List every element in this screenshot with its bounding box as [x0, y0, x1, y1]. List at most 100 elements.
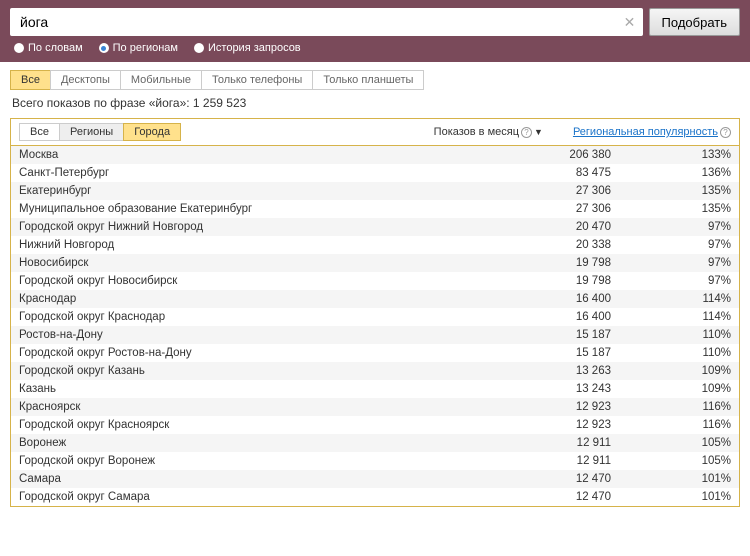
radio-label: По словам — [28, 42, 83, 54]
mode-radios: По словам По регионам История запросов — [10, 40, 740, 58]
col-popularity[interactable]: Региональная популярность ? — [573, 126, 731, 138]
impressions-value: 83 475 — [491, 167, 611, 179]
popularity-value: 110% — [611, 329, 731, 341]
col-label: Показов в месяц — [434, 126, 519, 138]
impressions-value: 27 306 — [491, 203, 611, 215]
search-row: ✕ Подобрать — [10, 8, 740, 36]
impressions-value: 19 798 — [491, 257, 611, 269]
impressions-value: 13 263 — [491, 365, 611, 377]
tab-desktops[interactable]: Десктопы — [50, 70, 121, 90]
total-impressions: Всего показов по фразе «йога»: 1 259 523 — [12, 96, 738, 110]
scope-tab-regions[interactable]: Регионы — [59, 123, 124, 141]
impressions-value: 15 187 — [491, 329, 611, 341]
table-row: Городской округ Самара12 470101% — [11, 488, 739, 506]
region-name: Самара — [19, 473, 491, 485]
region-name: Городской округ Ростов-на-Дону — [19, 347, 491, 359]
region-name: Городской округ Краснодар — [19, 311, 491, 323]
impressions-value: 16 400 — [491, 311, 611, 323]
region-name: Ростов-на-Дону — [19, 329, 491, 341]
popularity-value: 101% — [611, 473, 731, 485]
help-icon[interactable]: ? — [521, 127, 532, 138]
region-name: Городской округ Казань — [19, 365, 491, 377]
table-row: Санкт-Петербург83 475136% — [11, 164, 739, 182]
popularity-value: 109% — [611, 365, 731, 377]
table-row: Муниципальное образование Екатеринбург27… — [11, 200, 739, 218]
radio-by-regions[interactable]: По регионам — [99, 42, 178, 54]
tab-phones[interactable]: Только телефоны — [201, 70, 313, 90]
region-name: Муниципальное образование Екатеринбург — [19, 203, 491, 215]
popularity-value: 97% — [611, 257, 731, 269]
popularity-value: 110% — [611, 347, 731, 359]
region-name: Воронеж — [19, 437, 491, 449]
table-row: Воронеж12 911105% — [11, 434, 739, 452]
help-icon[interactable]: ? — [720, 127, 731, 138]
table-row: Москва206 380133% — [11, 146, 739, 164]
impressions-value: 19 798 — [491, 275, 611, 287]
popularity-value: 116% — [611, 419, 731, 431]
popularity-value: 135% — [611, 185, 731, 197]
table-row: Городской округ Нижний Новгород20 47097% — [11, 218, 739, 236]
search-input-wrap: ✕ — [10, 8, 643, 36]
tab-all[interactable]: Все — [10, 70, 51, 90]
popularity-value: 114% — [611, 311, 731, 323]
impressions-value: 12 923 — [491, 419, 611, 431]
popularity-value: 97% — [611, 221, 731, 233]
impressions-value: 12 470 — [491, 473, 611, 485]
table-row: Красноярск12 923116% — [11, 398, 739, 416]
clear-icon[interactable]: ✕ — [623, 15, 637, 29]
table-row: Нижний Новгород20 33897% — [11, 236, 739, 254]
table-row: Городской округ Новосибирск19 79897% — [11, 272, 739, 290]
popularity-value: 105% — [611, 437, 731, 449]
impressions-value: 16 400 — [491, 293, 611, 305]
impressions-value: 27 306 — [491, 185, 611, 197]
region-name: Краснодар — [19, 293, 491, 305]
popularity-value: 116% — [611, 401, 731, 413]
region-name: Екатеринбург — [19, 185, 491, 197]
scope-tab-cities[interactable]: Города — [123, 123, 181, 141]
table-row: Городской округ Краснодар16 400114% — [11, 308, 739, 326]
table-row: Самара12 470101% — [11, 470, 739, 488]
panel-header: Все Регионы Города Показов в месяц ? ▼ Р… — [11, 119, 739, 146]
table-row: Городской округ Воронеж12 911105% — [11, 452, 739, 470]
popularity-value: 97% — [611, 275, 731, 287]
region-name: Городской округ Красноярск — [19, 419, 491, 431]
submit-button[interactable]: Подобрать — [649, 8, 740, 36]
impressions-value: 20 470 — [491, 221, 611, 233]
impressions-value: 12 911 — [491, 455, 611, 467]
impressions-value: 12 923 — [491, 401, 611, 413]
sort-arrow-icon: ▼ — [534, 127, 543, 137]
impressions-value: 15 187 — [491, 347, 611, 359]
radio-label: История запросов — [208, 42, 301, 54]
region-name: Санкт-Петербург — [19, 167, 491, 179]
table-row: Новосибирск19 79897% — [11, 254, 739, 272]
popularity-value: 136% — [611, 167, 731, 179]
region-name: Красноярск — [19, 401, 491, 413]
table-row: Краснодар16 400114% — [11, 290, 739, 308]
popularity-value: 109% — [611, 383, 731, 395]
table-row: Екатеринбург27 306135% — [11, 182, 739, 200]
device-tabs: Все Десктопы Мобильные Только телефоны Т… — [10, 70, 740, 90]
region-name: Казань — [19, 383, 491, 395]
region-name: Новосибирск — [19, 257, 491, 269]
impressions-value: 13 243 — [491, 383, 611, 395]
popularity-value: 97% — [611, 239, 731, 251]
scope-tab-all[interactable]: Все — [19, 123, 60, 141]
tab-mobile[interactable]: Мобильные — [120, 70, 202, 90]
tab-tablets[interactable]: Только планшеты — [312, 70, 424, 90]
radio-history[interactable]: История запросов — [194, 42, 301, 54]
impressions-value: 206 380 — [491, 149, 611, 161]
impressions-value: 20 338 — [491, 239, 611, 251]
rows-container: Москва206 380133%Санкт-Петербург83 47513… — [11, 146, 739, 506]
region-name: Москва — [19, 149, 491, 161]
radio-dot-icon — [99, 43, 109, 53]
search-input[interactable] — [16, 10, 623, 34]
radio-by-words[interactable]: По словам — [14, 42, 83, 54]
region-name: Городской округ Нижний Новгород — [19, 221, 491, 233]
search-bar: ✕ Подобрать По словам По регионам Истори… — [0, 0, 750, 62]
col-impressions[interactable]: Показов в месяц ? ▼ — [434, 126, 543, 138]
radio-label: По регионам — [113, 42, 178, 54]
popularity-value: 135% — [611, 203, 731, 215]
popularity-value: 114% — [611, 293, 731, 305]
popularity-value: 133% — [611, 149, 731, 161]
col-label: Региональная популярность — [573, 126, 718, 138]
